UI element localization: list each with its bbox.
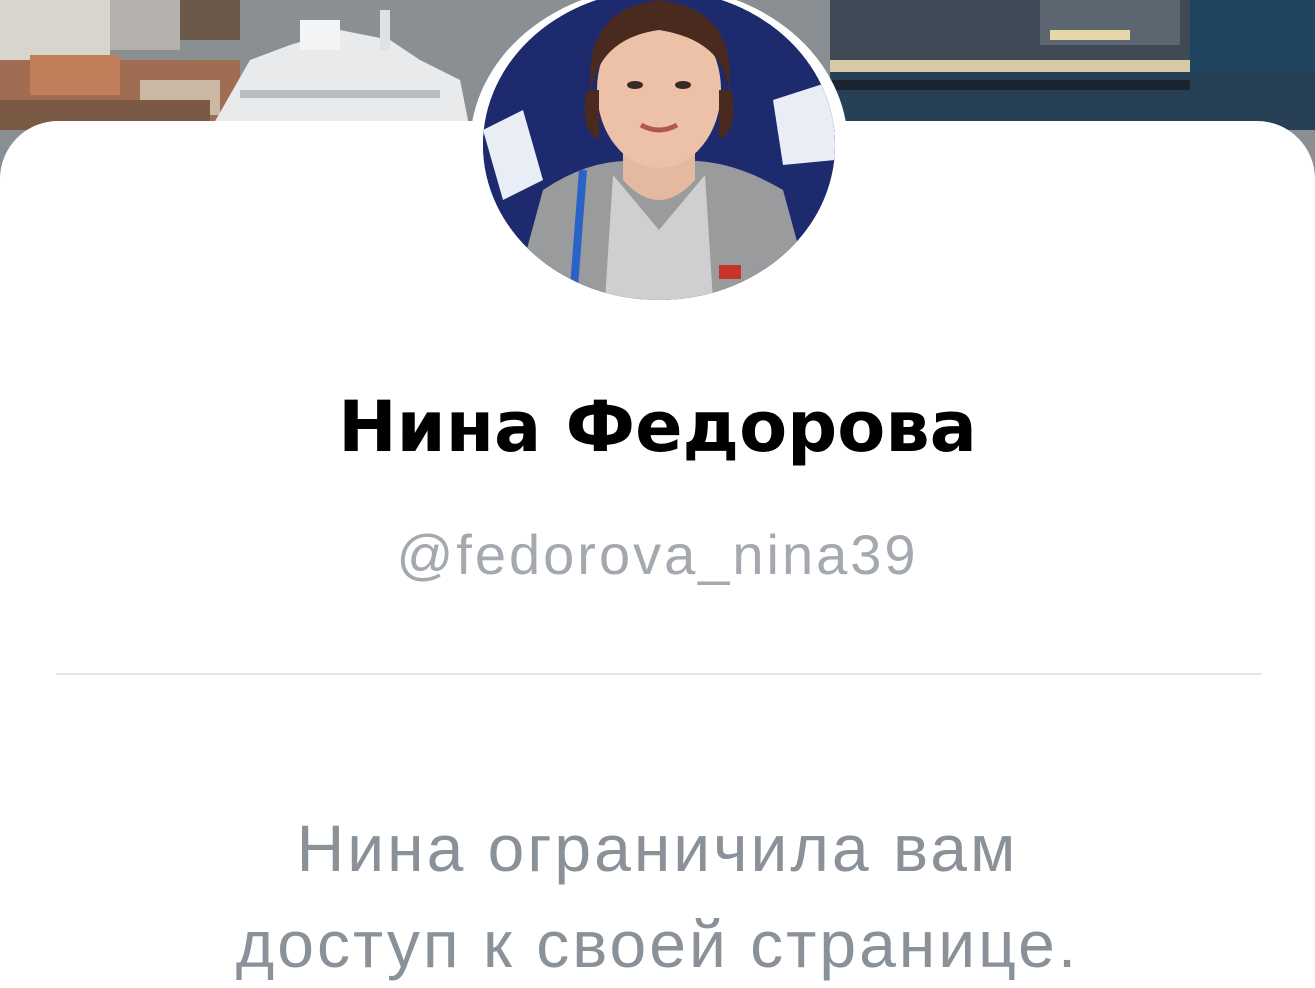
avatar[interactable] xyxy=(483,0,835,300)
restricted-message-line-1: Нина ограничила вам xyxy=(296,811,1019,885)
profile-name: Нина Федорова xyxy=(338,386,977,468)
profile-handle: @fedorova_nina39 xyxy=(396,523,919,586)
restricted-message: Нина ограничила вам доступ к своей стран… xyxy=(0,800,1315,988)
restricted-message-line-2: доступ к своей странице. xyxy=(235,907,1080,981)
profile-page: Нина Федорова @fedorova_nina39 Нина огра… xyxy=(0,0,1315,988)
divider xyxy=(56,673,1262,675)
